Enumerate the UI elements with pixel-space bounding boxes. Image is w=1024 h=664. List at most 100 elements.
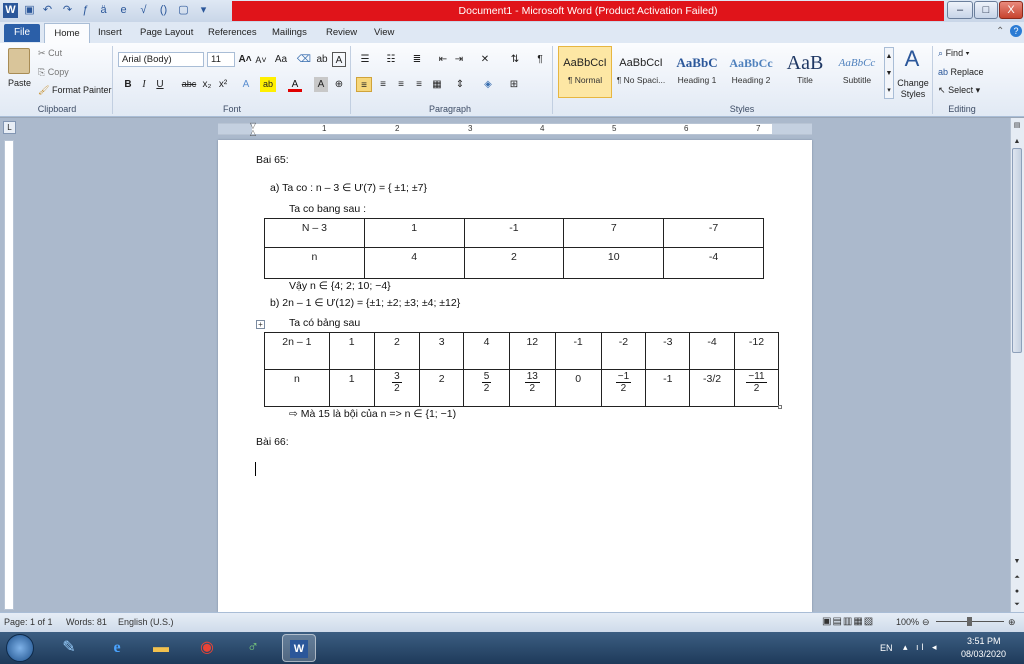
align-center-icon[interactable]: ≡	[376, 77, 390, 92]
tab-home[interactable]: Home	[44, 23, 90, 43]
zoom-slider-thumb[interactable]	[967, 617, 972, 626]
qat-view-icon[interactable]: ▢	[176, 3, 191, 18]
replace-button[interactable]: ab Replace	[938, 67, 984, 77]
numbering-icon[interactable]: ☷	[382, 52, 400, 67]
close-button[interactable]: X	[999, 1, 1023, 19]
redo-icon[interactable]: ↷	[60, 3, 75, 18]
superscript-button[interactable]: x²	[216, 77, 230, 92]
vertical-ruler[interactable]	[4, 140, 14, 610]
word-app-icon[interactable]: W	[3, 3, 18, 18]
qat-root-icon[interactable]: √	[136, 3, 151, 18]
start-button-icon[interactable]	[6, 634, 34, 662]
font-color-icon[interactable]: A	[288, 77, 302, 92]
page-count[interactable]: Page: 1 of 1	[4, 614, 53, 630]
paste-icon[interactable]	[8, 48, 30, 74]
qat-umlaut-icon[interactable]: ä	[96, 3, 111, 18]
italic-button[interactable]: I	[138, 77, 150, 92]
cut-button[interactable]: ✂ Cut	[38, 48, 62, 59]
qat-format-icon[interactable]: ƒ	[78, 3, 93, 18]
clock-date[interactable]: 08/03/2020	[961, 649, 1006, 659]
tab-references[interactable]: References	[208, 25, 257, 41]
zoom-in-icon[interactable]: ⊕	[1008, 614, 1016, 630]
grow-font-icon[interactable]: A˄	[238, 52, 252, 67]
font-size-field[interactable]: 11	[207, 52, 235, 67]
next-page-icon[interactable]: ⏷	[1011, 599, 1023, 611]
character-border-icon[interactable]: A	[332, 52, 346, 67]
tab-review[interactable]: Review	[326, 25, 357, 41]
tab-insert[interactable]: Insert	[98, 25, 122, 41]
table-n-minus-3[interactable]: N – 3 1 -1 7 -7 n 4 2 10 -4	[264, 218, 764, 279]
multilevel-list-icon[interactable]: ≣	[408, 52, 426, 67]
input-language[interactable]: EN	[880, 643, 893, 653]
word-taskbar-icon[interactable]: W	[282, 634, 316, 662]
style-subtitle[interactable]: AaBbCc Subtitle	[830, 46, 884, 98]
internet-explorer-icon[interactable]: e	[100, 635, 134, 661]
select-button[interactable]: ↖ Select ▾	[938, 85, 980, 96]
copy-button[interactable]: ⎘ Copy	[38, 67, 69, 78]
underline-button[interactable]: U	[154, 77, 166, 92]
table-move-handle-icon[interactable]: +	[256, 320, 265, 329]
align-left-icon[interactable]: ≡	[356, 77, 372, 92]
table-resize-handle-icon[interactable]	[778, 405, 782, 409]
format-painter-button[interactable]: 🖌 Format Painter	[38, 85, 111, 96]
enclose-characters-icon[interactable]: ⊕	[332, 77, 346, 92]
style-heading-2[interactable]: AaBbCc Heading 2	[724, 46, 778, 98]
help-icon[interactable]: ?	[1010, 25, 1022, 37]
language-indicator[interactable]: English (U.S.)	[118, 614, 174, 630]
clear-formatting-icon[interactable]: ⌫	[296, 52, 312, 67]
maximize-button[interactable]: □	[974, 1, 998, 19]
borders-icon[interactable]: ⊞	[506, 77, 522, 92]
sort-icon[interactable]: ⇅	[508, 52, 522, 67]
phonetic-guide-icon[interactable]: ab	[314, 52, 330, 67]
clock-time[interactable]: 3:51 PM	[967, 636, 1001, 646]
style-heading-1[interactable]: AaBbC Heading 1	[670, 46, 724, 98]
tab-page-layout[interactable]: Page Layout	[140, 25, 193, 41]
justify-icon[interactable]: ≡	[412, 77, 426, 92]
view-buttons-icon[interactable]: ▣▤▥▦▧	[822, 614, 874, 630]
align-right-icon[interactable]: ≡	[394, 77, 408, 92]
zoom-level[interactable]: 100%	[896, 614, 919, 630]
tab-view[interactable]: View	[374, 25, 394, 41]
minimize-ribbon-icon[interactable]: ⌃	[996, 26, 1004, 37]
browse-object-icon[interactable]: ●	[1011, 586, 1023, 598]
distributed-icon[interactable]: ▦	[430, 77, 444, 92]
tab-mailings[interactable]: Mailings	[272, 25, 307, 41]
line-spacing-icon[interactable]: ⇕	[452, 77, 468, 92]
change-case-icon[interactable]: Aa	[272, 52, 290, 67]
word-count[interactable]: Words: 81	[66, 614, 107, 630]
previous-page-icon[interactable]: ⏶	[1011, 572, 1023, 584]
style-normal[interactable]: AaBbCcI ¶ Normal	[558, 46, 612, 98]
change-styles-icon[interactable]: A	[898, 46, 926, 72]
tab-selector-icon[interactable]: L	[3, 121, 16, 134]
highlight-icon[interactable]: ab	[260, 77, 276, 92]
paint-app-icon[interactable]: ✎	[52, 635, 86, 661]
minimize-button[interactable]: –	[947, 1, 973, 19]
show-formatting-marks-icon[interactable]: ¶	[534, 52, 546, 67]
save-icon[interactable]: ▣	[22, 3, 37, 18]
horizontal-ruler[interactable]	[218, 123, 812, 135]
shrink-font-icon[interactable]: A˅	[254, 53, 268, 68]
decrease-indent-icon[interactable]: ⇤	[436, 52, 450, 67]
bold-button[interactable]: B	[122, 77, 134, 92]
scroll-thumb[interactable]	[1012, 148, 1022, 353]
asian-layout-icon[interactable]: ✕	[476, 52, 494, 67]
text-effects-icon[interactable]: A	[238, 77, 254, 92]
style-title[interactable]: AaB Title	[778, 46, 832, 98]
styles-gallery-scroll-icon[interactable]: ▲ ▼ ▾	[884, 47, 894, 99]
chrome-icon[interactable]: ◉	[190, 635, 224, 661]
find-button[interactable]: ⌕ Find ▾	[938, 48, 969, 59]
tab-file[interactable]: File	[4, 24, 40, 42]
tray-icons[interactable]: ▴ ıl ◂	[903, 642, 940, 653]
font-name-field[interactable]: Arial (Body)	[118, 52, 204, 67]
scroll-down-icon[interactable]: ▼	[1011, 556, 1023, 568]
indent-marker-icon[interactable]: ▽ △	[249, 122, 257, 137]
qat-equation-icon[interactable]: ()	[156, 3, 171, 18]
ruler-toggle-icon[interactable]: ▤	[1011, 120, 1023, 132]
font-name-dropdown-icon[interactable]	[194, 52, 204, 67]
undo-icon[interactable]: ↶	[40, 3, 55, 18]
bullets-icon[interactable]: ☰	[356, 52, 374, 67]
qat-exponent-icon[interactable]: e	[116, 3, 131, 18]
scroll-up-icon[interactable]: ▲	[1011, 136, 1023, 148]
increase-indent-icon[interactable]: ⇥	[452, 52, 466, 67]
subscript-button[interactable]: x₂	[200, 77, 214, 92]
